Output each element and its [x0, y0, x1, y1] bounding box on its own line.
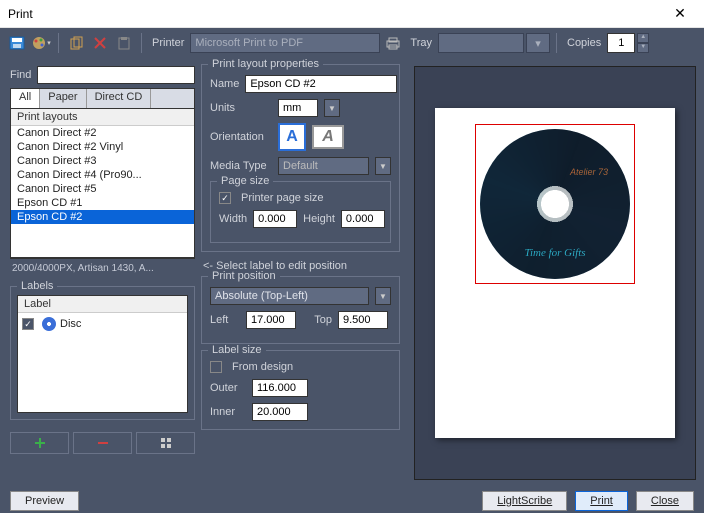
cd-art-text-1: Atelier 73	[570, 167, 608, 177]
cd-bounding-box: Atelier 73 Time for Gifts	[475, 124, 635, 284]
inner-label: Inner	[210, 406, 246, 418]
copy-icon[interactable]	[65, 32, 87, 54]
paste-icon[interactable]	[113, 32, 135, 54]
add-button[interactable]	[10, 432, 69, 454]
disc-icon	[42, 317, 56, 331]
list-item-selected[interactable]: Epson CD #2	[11, 210, 194, 224]
list-footer: 2000/4000PX, Artisan 1430, A...	[10, 258, 195, 278]
close-icon[interactable]: ✕	[660, 5, 700, 22]
top-label: Top	[302, 314, 332, 326]
layout-props-title: Print layout properties	[208, 58, 323, 70]
footer: Preview LightScribe Print Close	[0, 488, 704, 513]
grid-button[interactable]	[136, 432, 195, 454]
height-input[interactable]	[341, 210, 385, 228]
orientation-landscape[interactable]: A	[312, 125, 344, 149]
preview-page: Atelier 73 Time for Gifts	[435, 108, 675, 438]
top-input[interactable]	[338, 311, 388, 329]
separator	[58, 33, 59, 53]
list-item[interactable]: Canon Direct #4 (Pro90...	[11, 168, 194, 182]
remove-button[interactable]	[73, 432, 132, 454]
list-header: Print layouts	[11, 109, 194, 126]
width-label: Width	[219, 213, 247, 225]
toolbar: ▾ Printer Tray ▾ Copies ▲▼	[0, 28, 704, 58]
separator	[556, 33, 557, 53]
list-item[interactable]: Canon Direct #5	[11, 182, 194, 196]
layouts-listbox[interactable]: Print layouts Canon Direct #2 Canon Dire…	[10, 108, 195, 258]
name-input[interactable]	[245, 75, 397, 93]
left-input[interactable]	[246, 311, 296, 329]
cd-art-text-2: Time for Gifts	[480, 247, 630, 259]
labels-list[interactable]: Label Disc	[17, 295, 188, 413]
units-label: Units	[210, 102, 272, 114]
inner-input[interactable]	[252, 403, 308, 421]
save-icon[interactable]	[6, 32, 28, 54]
palette-icon[interactable]: ▾	[30, 32, 52, 54]
list-item[interactable]: Canon Direct #2	[11, 126, 194, 140]
titlebar: Print ✕	[0, 0, 704, 28]
printer-page-size-checkbox[interactable]	[219, 192, 231, 204]
units-input[interactable]	[278, 99, 318, 117]
tray-label: Tray	[410, 37, 432, 49]
media-label: Media Type	[210, 160, 272, 172]
left-label: Left	[210, 314, 240, 326]
tab-all[interactable]: All	[11, 89, 40, 108]
close-button[interactable]: Close	[636, 491, 694, 511]
page-size-title: Page size	[217, 175, 273, 187]
copies-input[interactable]	[607, 33, 635, 53]
outer-label: Outer	[210, 382, 246, 394]
printer-icon[interactable]	[382, 32, 404, 54]
from-design-label: From design	[232, 361, 293, 373]
delete-icon[interactable]	[89, 32, 111, 54]
copies-spinner[interactable]: ▲▼	[637, 33, 649, 53]
printer-page-size-label: Printer page size	[241, 192, 324, 204]
list-item[interactable]: Canon Direct #3	[11, 154, 194, 168]
units-dropdown-arrow[interactable]: ▼	[324, 99, 340, 117]
label-checkbox[interactable]	[22, 318, 34, 330]
copies-label: Copies	[567, 37, 601, 49]
labels-group-title: Labels	[17, 280, 57, 292]
tray-select[interactable]	[438, 33, 524, 53]
labels-header: Label	[18, 296, 187, 313]
media-select[interactable]: Default	[278, 157, 369, 175]
list-item[interactable]: Canon Direct #2 Vinyl	[11, 140, 194, 154]
printer-label: Printer	[152, 37, 184, 49]
cd-art: Atelier 73 Time for Gifts	[480, 129, 630, 279]
separator	[141, 33, 142, 53]
orientation-label: Orientation	[210, 131, 272, 143]
preview-button[interactable]: Preview	[10, 491, 79, 511]
print-button[interactable]: Print	[575, 491, 628, 511]
media-dropdown-arrow[interactable]: ▼	[375, 157, 391, 175]
find-input[interactable]	[37, 66, 195, 84]
name-label: Name	[210, 78, 239, 90]
print-position-title: Print position	[208, 270, 280, 282]
preview-pane: Atelier 73 Time for Gifts	[414, 66, 696, 480]
position-mode-select[interactable]: Absolute (Top-Left)	[210, 287, 369, 305]
list-item[interactable]: Epson CD #1	[11, 196, 194, 210]
window-title: Print	[4, 7, 660, 21]
from-design-checkbox[interactable]	[210, 361, 222, 373]
tab-direct-cd[interactable]: Direct CD	[87, 89, 152, 108]
height-label: Height	[303, 213, 335, 225]
tray-dropdown-arrow[interactable]: ▾	[526, 33, 550, 53]
outer-input[interactable]	[252, 379, 308, 397]
find-label: Find	[10, 69, 31, 81]
lightscribe-button[interactable]: LightScribe	[482, 491, 567, 511]
label-size-title: Label size	[208, 344, 266, 356]
width-input[interactable]	[253, 210, 297, 228]
printer-select[interactable]	[190, 33, 380, 53]
position-mode-dropdown-arrow[interactable]: ▼	[375, 287, 391, 305]
orientation-portrait[interactable]: A	[278, 123, 306, 151]
label-name: Disc	[60, 318, 81, 330]
label-row[interactable]: Disc	[18, 315, 187, 333]
tab-paper[interactable]: Paper	[40, 89, 86, 108]
main: Find All Paper Direct CD Print layouts C…	[0, 58, 704, 488]
tabstrip: All Paper Direct CD	[10, 88, 195, 108]
